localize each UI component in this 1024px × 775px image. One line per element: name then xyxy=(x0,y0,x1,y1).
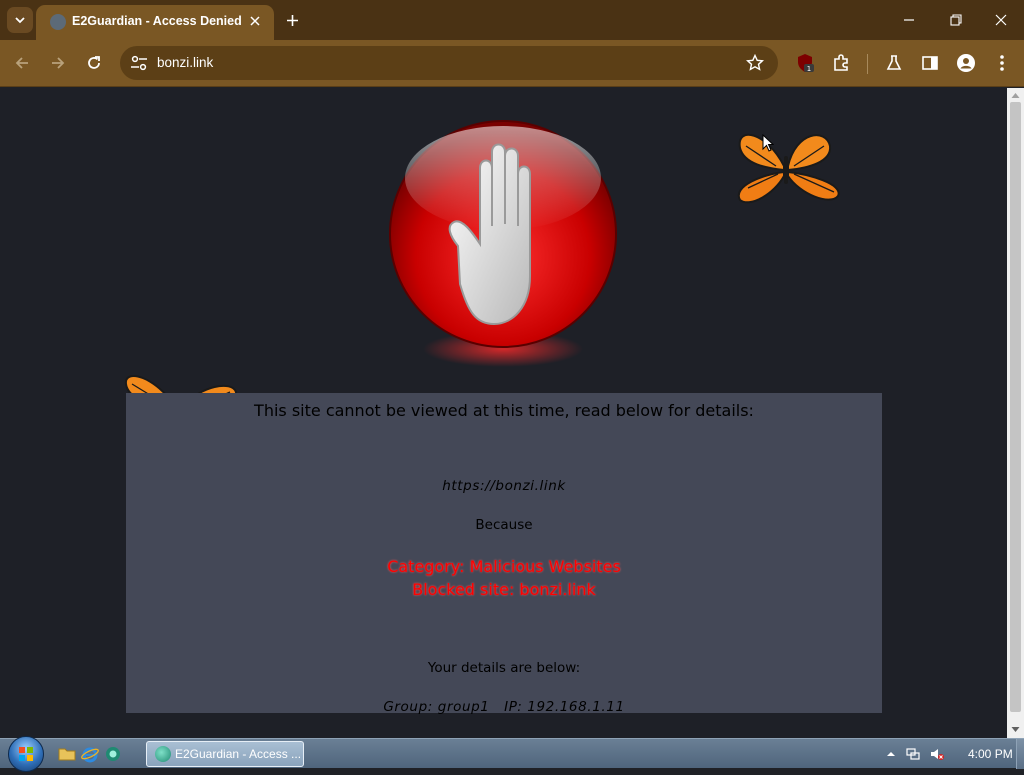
file-explorer-icon[interactable] xyxy=(58,745,76,763)
reload-icon xyxy=(88,56,100,69)
reason-category: Category: Malicious Websites xyxy=(387,557,621,576)
blocked-url: https://bonzi.link xyxy=(442,478,566,494)
flask-icon xyxy=(886,55,902,70)
browser-icon xyxy=(155,746,171,762)
tab-search-button[interactable] xyxy=(7,7,33,33)
plus-icon xyxy=(286,14,298,26)
windows-logo-icon xyxy=(19,747,33,761)
because-label: Because xyxy=(475,517,533,533)
network-icon[interactable] xyxy=(906,747,920,761)
side-panel-button[interactable] xyxy=(918,51,942,75)
back-arrow-icon xyxy=(15,57,28,69)
internet-explorer-icon[interactable] xyxy=(81,745,99,763)
extensions-button[interactable] xyxy=(829,51,853,75)
extension-badge: 1 xyxy=(807,65,811,73)
scroll-up-icon[interactable] xyxy=(1011,91,1020,100)
side-panel-icon xyxy=(922,56,938,70)
globe-icon xyxy=(50,14,66,30)
address-bar[interactable]: bonzi.link xyxy=(120,46,778,80)
title-bar: E2Guardian - Access Denied xyxy=(0,0,1024,40)
user-details: Group: group1 IP: 192.168.1.11 xyxy=(383,699,625,715)
scroll-down-icon[interactable] xyxy=(1011,725,1020,734)
extension-ublock-button[interactable]: 1 xyxy=(793,51,817,75)
site-settings-icon[interactable] xyxy=(130,55,148,71)
stop-hand-icon xyxy=(389,120,617,367)
access-denied-panel: This site cannot be viewed at this time,… xyxy=(126,393,882,715)
star-icon[interactable] xyxy=(746,54,764,72)
scroll-thumb[interactable] xyxy=(1010,102,1021,712)
forward-button[interactable] xyxy=(46,51,70,75)
show-desktop-button[interactable] xyxy=(1016,739,1024,769)
details-heading: Your details are below: xyxy=(427,660,581,676)
taskbar: E2Guardian - Access ... 4:00 PM xyxy=(0,736,1024,772)
volume-muted-icon[interactable] xyxy=(930,747,944,761)
address-text: bonzi.link xyxy=(157,55,214,70)
toolbar-divider xyxy=(867,54,868,74)
close-icon xyxy=(995,14,1007,26)
panel-heading: This site cannot be viewed at this time,… xyxy=(254,401,754,420)
extension-shield-icon: 1 xyxy=(798,54,814,73)
puzzle-icon xyxy=(834,54,848,71)
restore-button[interactable] xyxy=(941,6,971,34)
minimize-icon xyxy=(904,19,914,21)
taskbar-item-label: E2Guardian - Access ... xyxy=(175,747,302,761)
taskbar-item-browser[interactable]: E2Guardian - Access ... xyxy=(146,741,304,767)
new-tab-button[interactable] xyxy=(280,8,304,32)
browser-icon[interactable] xyxy=(104,745,122,763)
butterfly-icon xyxy=(737,133,840,204)
vertical-scrollbar[interactable] xyxy=(1007,88,1024,738)
labs-button[interactable] xyxy=(882,51,906,75)
close-window-button[interactable] xyxy=(986,6,1016,34)
forward-arrow-icon xyxy=(52,57,65,69)
browser-toolbar: bonzi.link 1 xyxy=(0,40,1024,87)
restore-icon xyxy=(950,14,962,26)
page-content: This site cannot be viewed at this time,… xyxy=(0,88,1007,738)
tab-title: E2Guardian - Access Denied xyxy=(72,14,242,28)
minimize-button[interactable] xyxy=(894,6,924,34)
tab-close-button[interactable] xyxy=(246,12,264,30)
more-vert-icon xyxy=(1000,55,1004,71)
mouse-cursor-icon xyxy=(762,134,774,152)
chevron-down-icon xyxy=(15,17,25,24)
reload-button[interactable] xyxy=(82,51,106,75)
menu-button[interactable] xyxy=(990,51,1014,75)
block-reason: Category: Malicious Websites Blocked sit… xyxy=(126,555,882,601)
start-button[interactable] xyxy=(8,736,44,772)
reason-site: Blocked site: bonzi.link xyxy=(412,580,596,599)
system-clock[interactable]: 4:00 PM xyxy=(968,747,1013,761)
chevron-up-icon[interactable] xyxy=(884,747,898,761)
profile-icon xyxy=(957,54,975,72)
back-button[interactable] xyxy=(10,51,34,75)
close-icon xyxy=(250,16,260,26)
tab-active[interactable]: E2Guardian - Access Denied xyxy=(36,5,274,40)
profile-button[interactable] xyxy=(954,51,978,75)
